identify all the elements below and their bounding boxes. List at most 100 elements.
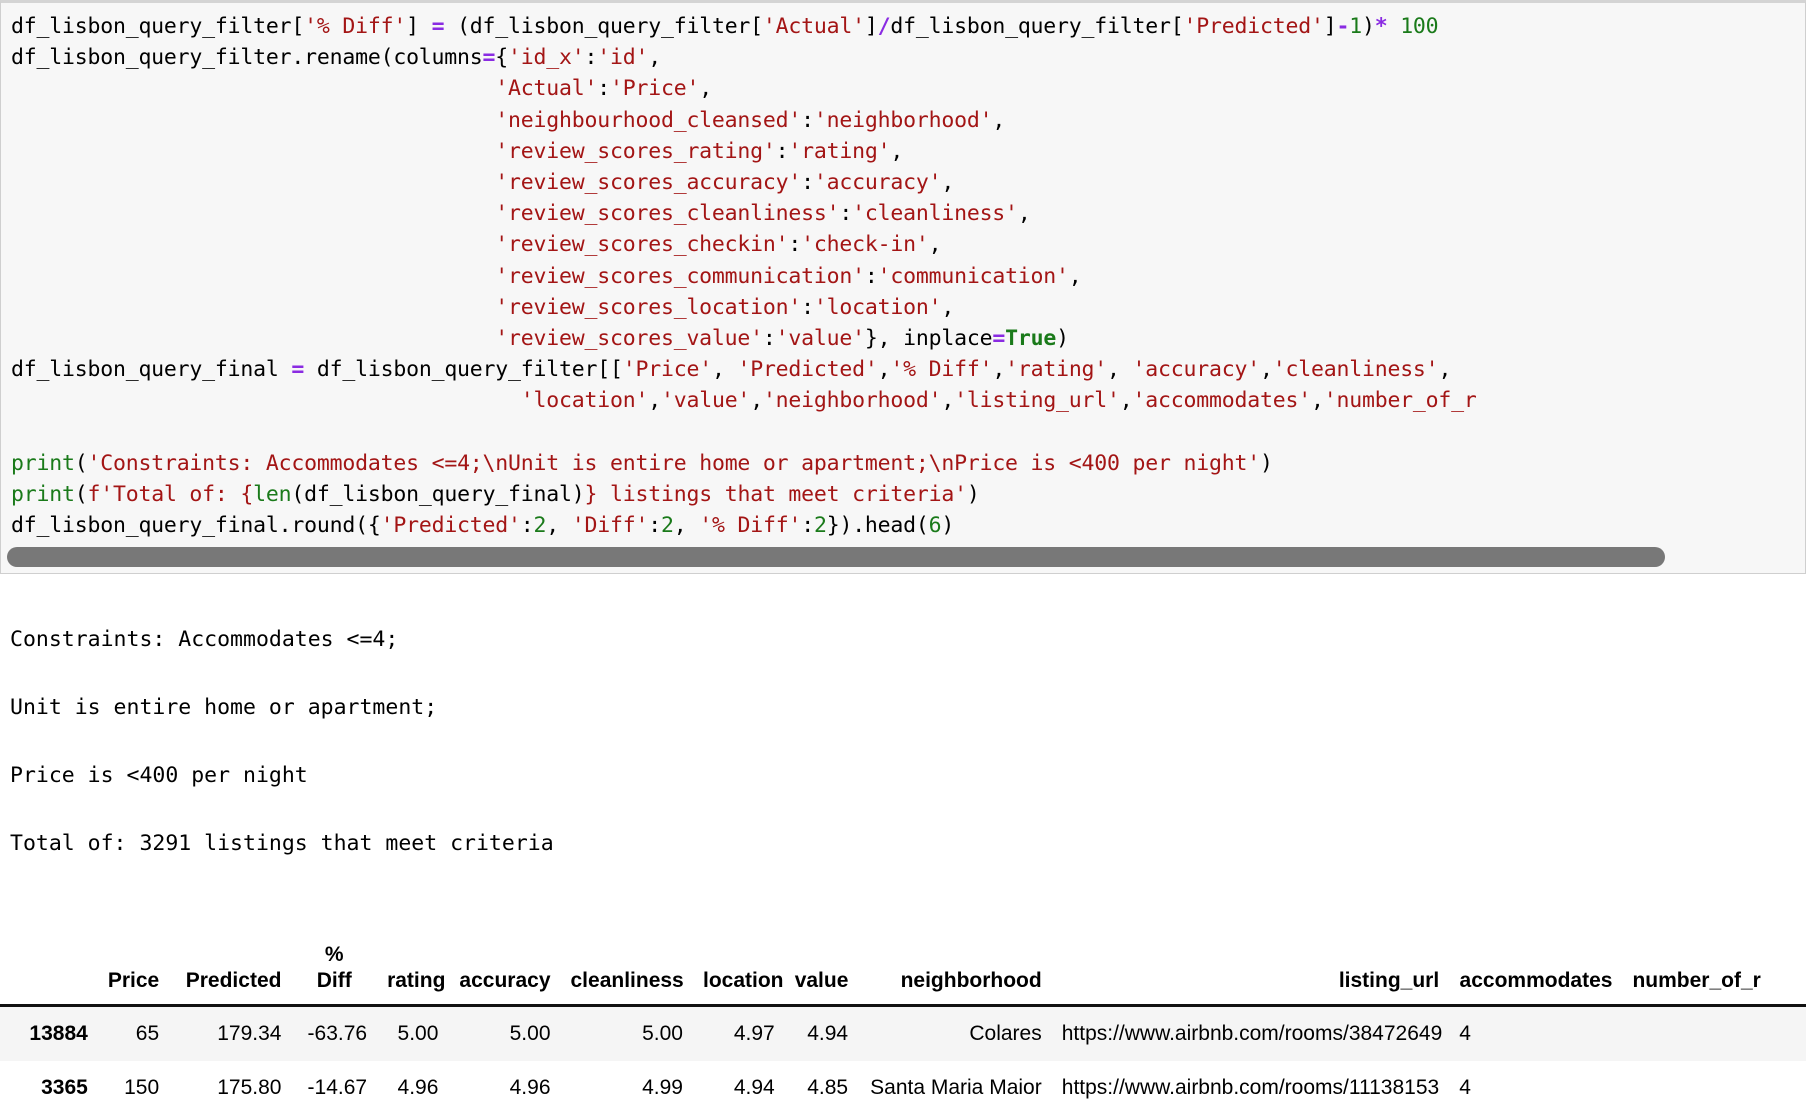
- code-cell[interactable]: df_lisbon_query_filter['% Diff'] = (df_l…: [0, 0, 1806, 574]
- code-token: -: [1336, 14, 1350, 39]
- col-header-neighborhood: neighborhood: [858, 936, 1052, 1007]
- code-token: (: [74, 482, 88, 508]
- code-token: df_lisbon_query_filter[[: [316, 357, 623, 383]
- code-line: 'Actual':'Price',: [11, 73, 1805, 104]
- cell-predicted: 179.34: [217, 1022, 282, 1045]
- code-token: 'check-in': [801, 232, 929, 258]
- code-token: 'review_scores_communication': [495, 263, 865, 289]
- code-token: df_lisbon_query_filter[: [890, 14, 1184, 39]
- cell-value: 4.85: [807, 1076, 849, 1099]
- code-token: :: [520, 513, 534, 539]
- cell-price: 65: [135, 1022, 160, 1045]
- code-token: 'Actual': [495, 76, 598, 102]
- code-token: :: [801, 170, 814, 196]
- code-token: ,: [546, 513, 572, 539]
- code-token: ,: [992, 107, 1006, 133]
- cell-number_of_reviews: [1622, 1006, 1806, 1062]
- cell-accommodates: 4: [1459, 1076, 1471, 1099]
- cell-rating: 5.00: [397, 1022, 439, 1045]
- cell-listing_url: https://www.airbnb.com/rooms/11138153: [1061, 1076, 1440, 1099]
- code-token: 'location': [520, 388, 649, 414]
- code-token: :: [801, 107, 814, 133]
- code-cell-horizontal-scrollbar[interactable]: [4, 546, 1802, 568]
- code-token: ,: [711, 357, 738, 383]
- code-token: 6: [928, 513, 942, 539]
- code-token: (df_lisbon_query_final): [291, 482, 585, 508]
- col-header-number-of-reviews: number_of_r: [1622, 936, 1806, 1007]
- code-token: ,: [890, 138, 904, 164]
- col-header-location: location: [692, 936, 785, 1007]
- code-cell-source[interactable]: df_lisbon_query_filter['% Diff'] = (df_l…: [1, 11, 1805, 541]
- code-line: 'review_scores_cleanliness':'cleanliness…: [11, 198, 1805, 229]
- code-token: ,: [750, 388, 763, 414]
- cell-output-stdout: Constraints: Accommodates <=4; Unit is e…: [0, 574, 1806, 902]
- cell-neighborhood: Colares: [969, 1022, 1042, 1045]
- code-token: ): [1259, 450, 1273, 476]
- code-token: ,: [877, 357, 891, 383]
- code-token: 'value': [775, 326, 865, 352]
- code-token: }, inplace: [864, 326, 993, 352]
- code-token: :: [584, 45, 598, 71]
- code-token: }).head(: [826, 513, 929, 539]
- code-token: 'neighbourhood_cleansed': [495, 107, 802, 133]
- code-line: 'location','value','neighborhood','listi…: [11, 385, 1805, 416]
- code-token: } listings that meet criteria': [584, 482, 968, 508]
- code-token: ,: [1310, 388, 1324, 414]
- code-token: ,: [1260, 357, 1273, 383]
- code-token: df_lisbon_query_final.round({: [11, 513, 381, 539]
- scrollbar-thumb[interactable]: [7, 547, 1665, 567]
- col-header-cleanliness: cleanliness: [560, 936, 693, 1007]
- code-token: 'Predicted': [737, 357, 878, 383]
- code-token: 'cleanliness': [1272, 357, 1439, 383]
- code-token: ,: [699, 76, 712, 102]
- code-token: 'id': [597, 45, 649, 71]
- code-token: 2: [813, 513, 827, 539]
- code-token: ): [941, 513, 955, 539]
- code-token: :: [648, 513, 661, 539]
- code-token: :: [839, 201, 853, 227]
- code-token: ): [1361, 14, 1375, 39]
- code-token: 1: [1349, 14, 1362, 39]
- stdout-line: Constraints: Accommodates <=4;: [10, 627, 399, 652]
- code-token: 'Predicted': [380, 513, 521, 539]
- code-token: =: [418, 14, 458, 39]
- code-token: :: [788, 232, 802, 258]
- table-row[interactable]: 13884 65 179.34 -63.76 5.00 5.00 5.00 4.97 4.94 C…: [0, 1005, 1806, 1062]
- code-token: f'Total of: {: [87, 482, 254, 508]
- code-token: '% Diff': [890, 357, 993, 383]
- col-header-rating: rating: [377, 936, 449, 1007]
- code-token: ,: [1438, 357, 1452, 383]
- code-token: :: [597, 76, 610, 102]
- cell-pct_diff: -14.67: [307, 1076, 368, 1099]
- code-token: 'rating': [1005, 357, 1108, 383]
- code-token: 'review_scores_rating': [495, 138, 776, 164]
- code-token: 2: [533, 513, 547, 539]
- code-token: ,: [941, 294, 955, 320]
- code-token: 'Constraints: Accommodates <=4;\nUnit is…: [87, 450, 1260, 476]
- code-token: 'cleanliness': [852, 201, 1018, 227]
- code-line: 'review_scores_communication':'communica…: [11, 261, 1805, 292]
- code-token: '% Diff': [304, 14, 407, 39]
- code-token: ,: [673, 513, 700, 539]
- table-row[interactable]: 3365 150 175.80 -14.67 4.96 4.96 4.99 4.94 4.85 S…: [0, 1061, 1806, 1110]
- pct-diff-line1: %: [324, 943, 344, 966]
- code-line: df_lisbon_query_final = df_lisbon_query_…: [11, 354, 1805, 385]
- code-token: 'neighborhood': [762, 388, 942, 414]
- code-token: 'accuracy': [1132, 357, 1261, 383]
- code-token: ]: [406, 14, 419, 39]
- code-token: 'rating': [788, 138, 891, 164]
- col-header-accuracy: accuracy: [448, 936, 561, 1007]
- code-token: =: [291, 357, 317, 383]
- header-row: Price Predicted % Diff rating accuracy c…: [0, 936, 1806, 1007]
- cell-value: 4.94: [807, 1022, 849, 1045]
- cell-cleanliness: 5.00: [642, 1022, 683, 1045]
- code-token: ,: [1017, 201, 1031, 227]
- code-line: print('Constraints: Accommodates <=4;\nU…: [11, 448, 1805, 479]
- col-header-price: Price: [97, 936, 170, 1007]
- stdout-line: Price is <400 per night: [10, 763, 308, 788]
- stdout-line: Unit is entire home or apartment;: [10, 695, 438, 720]
- cell-cleanliness: 4.99: [642, 1076, 683, 1099]
- code-token: ,: [928, 232, 942, 258]
- code-token: len: [253, 482, 292, 508]
